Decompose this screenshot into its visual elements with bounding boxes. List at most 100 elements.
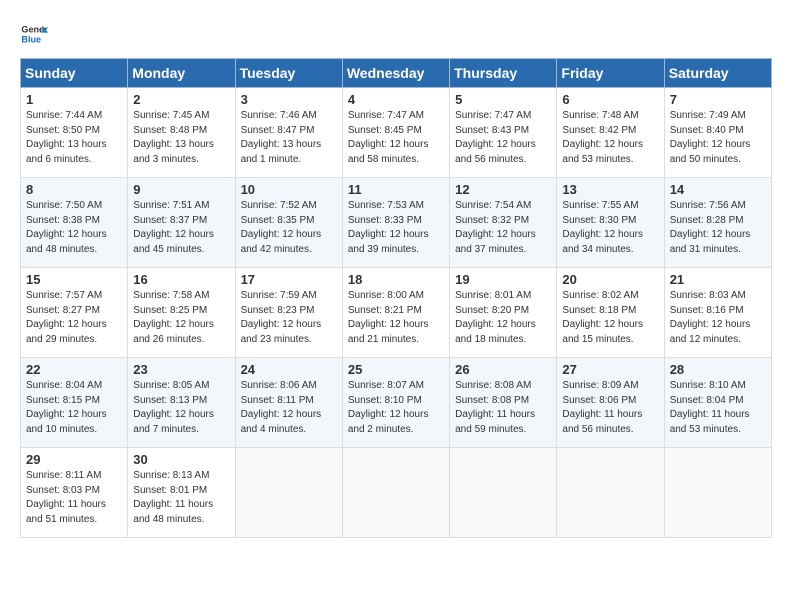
day-number: 13: [562, 182, 658, 197]
day-cell: 10 Sunrise: 7:52 AMSunset: 8:35 PMDaylig…: [235, 178, 342, 268]
day-info: Sunrise: 8:04 AMSunset: 8:15 PMDaylight:…: [26, 379, 122, 437]
calendar-table: SundayMondayTuesdayWednesdayThursdayFrid…: [20, 58, 772, 538]
day-info: Sunrise: 7:45 AMSunset: 8:48 PMDaylight:…: [133, 109, 229, 167]
day-info: Sunrise: 8:13 AMSunset: 8:01 PMDaylight:…: [133, 469, 229, 527]
day-cell: 30 Sunrise: 8:13 AMSunset: 8:01 PMDaylig…: [128, 448, 235, 538]
day-cell: 11 Sunrise: 7:53 AMSunset: 8:33 PMDaylig…: [342, 178, 449, 268]
day-cell: 2 Sunrise: 7:45 AMSunset: 8:48 PMDayligh…: [128, 88, 235, 178]
week-row-1: 1 Sunrise: 7:44 AMSunset: 8:50 PMDayligh…: [21, 88, 772, 178]
day-info: Sunrise: 8:03 AMSunset: 8:16 PMDaylight:…: [670, 289, 766, 347]
day-info: Sunrise: 7:54 AMSunset: 8:32 PMDaylight:…: [455, 199, 551, 257]
header-cell-thursday: Thursday: [450, 59, 557, 88]
day-number: 25: [348, 362, 444, 377]
day-cell: [664, 448, 771, 538]
day-number: 14: [670, 182, 766, 197]
day-number: 28: [670, 362, 766, 377]
day-cell: 20 Sunrise: 8:02 AMSunset: 8:18 PMDaylig…: [557, 268, 664, 358]
day-number: 29: [26, 452, 122, 467]
day-info: Sunrise: 7:59 AMSunset: 8:23 PMDaylight:…: [241, 289, 337, 347]
day-number: 27: [562, 362, 658, 377]
day-cell: 8 Sunrise: 7:50 AMSunset: 8:38 PMDayligh…: [21, 178, 128, 268]
day-info: Sunrise: 7:48 AMSunset: 8:42 PMDaylight:…: [562, 109, 658, 167]
day-info: Sunrise: 7:46 AMSunset: 8:47 PMDaylight:…: [241, 109, 337, 167]
day-number: 26: [455, 362, 551, 377]
day-number: 30: [133, 452, 229, 467]
day-cell: 1 Sunrise: 7:44 AMSunset: 8:50 PMDayligh…: [21, 88, 128, 178]
day-number: 8: [26, 182, 122, 197]
day-info: Sunrise: 8:08 AMSunset: 8:08 PMDaylight:…: [455, 379, 551, 437]
week-row-4: 22 Sunrise: 8:04 AMSunset: 8:15 PMDaylig…: [21, 358, 772, 448]
calendar-body: 1 Sunrise: 7:44 AMSunset: 8:50 PMDayligh…: [21, 88, 772, 538]
day-info: Sunrise: 7:49 AMSunset: 8:40 PMDaylight:…: [670, 109, 766, 167]
day-info: Sunrise: 8:07 AMSunset: 8:10 PMDaylight:…: [348, 379, 444, 437]
day-info: Sunrise: 8:00 AMSunset: 8:21 PMDaylight:…: [348, 289, 444, 347]
day-number: 17: [241, 272, 337, 287]
day-cell: 25 Sunrise: 8:07 AMSunset: 8:10 PMDaylig…: [342, 358, 449, 448]
day-info: Sunrise: 7:51 AMSunset: 8:37 PMDaylight:…: [133, 199, 229, 257]
logo-icon: General Blue: [20, 20, 48, 48]
day-cell: 24 Sunrise: 8:06 AMSunset: 8:11 PMDaylig…: [235, 358, 342, 448]
header-cell-friday: Friday: [557, 59, 664, 88]
day-cell: 5 Sunrise: 7:47 AMSunset: 8:43 PMDayligh…: [450, 88, 557, 178]
day-cell: 9 Sunrise: 7:51 AMSunset: 8:37 PMDayligh…: [128, 178, 235, 268]
day-info: Sunrise: 7:56 AMSunset: 8:28 PMDaylight:…: [670, 199, 766, 257]
day-number: 11: [348, 182, 444, 197]
day-cell: 28 Sunrise: 8:10 AMSunset: 8:04 PMDaylig…: [664, 358, 771, 448]
day-cell: 27 Sunrise: 8:09 AMSunset: 8:06 PMDaylig…: [557, 358, 664, 448]
day-cell: 15 Sunrise: 7:57 AMSunset: 8:27 PMDaylig…: [21, 268, 128, 358]
day-cell: 21 Sunrise: 8:03 AMSunset: 8:16 PMDaylig…: [664, 268, 771, 358]
day-number: 5: [455, 92, 551, 107]
header-cell-monday: Monday: [128, 59, 235, 88]
day-number: 6: [562, 92, 658, 107]
day-info: Sunrise: 7:57 AMSunset: 8:27 PMDaylight:…: [26, 289, 122, 347]
day-number: 21: [670, 272, 766, 287]
day-info: Sunrise: 7:53 AMSunset: 8:33 PMDaylight:…: [348, 199, 444, 257]
day-cell: 23 Sunrise: 8:05 AMSunset: 8:13 PMDaylig…: [128, 358, 235, 448]
day-info: Sunrise: 8:09 AMSunset: 8:06 PMDaylight:…: [562, 379, 658, 437]
day-info: Sunrise: 7:47 AMSunset: 8:43 PMDaylight:…: [455, 109, 551, 167]
week-row-5: 29 Sunrise: 8:11 AMSunset: 8:03 PMDaylig…: [21, 448, 772, 538]
day-info: Sunrise: 7:44 AMSunset: 8:50 PMDaylight:…: [26, 109, 122, 167]
day-info: Sunrise: 8:11 AMSunset: 8:03 PMDaylight:…: [26, 469, 122, 527]
day-number: 18: [348, 272, 444, 287]
week-row-2: 8 Sunrise: 7:50 AMSunset: 8:38 PMDayligh…: [21, 178, 772, 268]
day-cell: 26 Sunrise: 8:08 AMSunset: 8:08 PMDaylig…: [450, 358, 557, 448]
day-cell: [450, 448, 557, 538]
day-cell: 7 Sunrise: 7:49 AMSunset: 8:40 PMDayligh…: [664, 88, 771, 178]
day-number: 23: [133, 362, 229, 377]
calendar-header: SundayMondayTuesdayWednesdayThursdayFrid…: [21, 59, 772, 88]
day-info: Sunrise: 8:05 AMSunset: 8:13 PMDaylight:…: [133, 379, 229, 437]
day-number: 19: [455, 272, 551, 287]
header-cell-saturday: Saturday: [664, 59, 771, 88]
day-number: 22: [26, 362, 122, 377]
header-cell-sunday: Sunday: [21, 59, 128, 88]
day-info: Sunrise: 8:06 AMSunset: 8:11 PMDaylight:…: [241, 379, 337, 437]
header-row: SundayMondayTuesdayWednesdayThursdayFrid…: [21, 59, 772, 88]
day-number: 3: [241, 92, 337, 107]
day-cell: 18 Sunrise: 8:00 AMSunset: 8:21 PMDaylig…: [342, 268, 449, 358]
page-header: General Blue: [20, 20, 772, 48]
day-info: Sunrise: 7:55 AMSunset: 8:30 PMDaylight:…: [562, 199, 658, 257]
header-cell-tuesday: Tuesday: [235, 59, 342, 88]
day-cell: [342, 448, 449, 538]
svg-text:Blue: Blue: [21, 34, 41, 44]
day-cell: 17 Sunrise: 7:59 AMSunset: 8:23 PMDaylig…: [235, 268, 342, 358]
day-cell: 6 Sunrise: 7:48 AMSunset: 8:42 PMDayligh…: [557, 88, 664, 178]
day-cell: 16 Sunrise: 7:58 AMSunset: 8:25 PMDaylig…: [128, 268, 235, 358]
day-info: Sunrise: 8:02 AMSunset: 8:18 PMDaylight:…: [562, 289, 658, 347]
day-cell: 14 Sunrise: 7:56 AMSunset: 8:28 PMDaylig…: [664, 178, 771, 268]
day-number: 1: [26, 92, 122, 107]
day-number: 10: [241, 182, 337, 197]
day-number: 9: [133, 182, 229, 197]
day-number: 4: [348, 92, 444, 107]
day-cell: 19 Sunrise: 8:01 AMSunset: 8:20 PMDaylig…: [450, 268, 557, 358]
day-number: 16: [133, 272, 229, 287]
logo: General Blue: [20, 20, 52, 48]
day-info: Sunrise: 7:52 AMSunset: 8:35 PMDaylight:…: [241, 199, 337, 257]
day-number: 7: [670, 92, 766, 107]
header-cell-wednesday: Wednesday: [342, 59, 449, 88]
day-cell: [557, 448, 664, 538]
week-row-3: 15 Sunrise: 7:57 AMSunset: 8:27 PMDaylig…: [21, 268, 772, 358]
day-info: Sunrise: 7:47 AMSunset: 8:45 PMDaylight:…: [348, 109, 444, 167]
day-info: Sunrise: 8:01 AMSunset: 8:20 PMDaylight:…: [455, 289, 551, 347]
